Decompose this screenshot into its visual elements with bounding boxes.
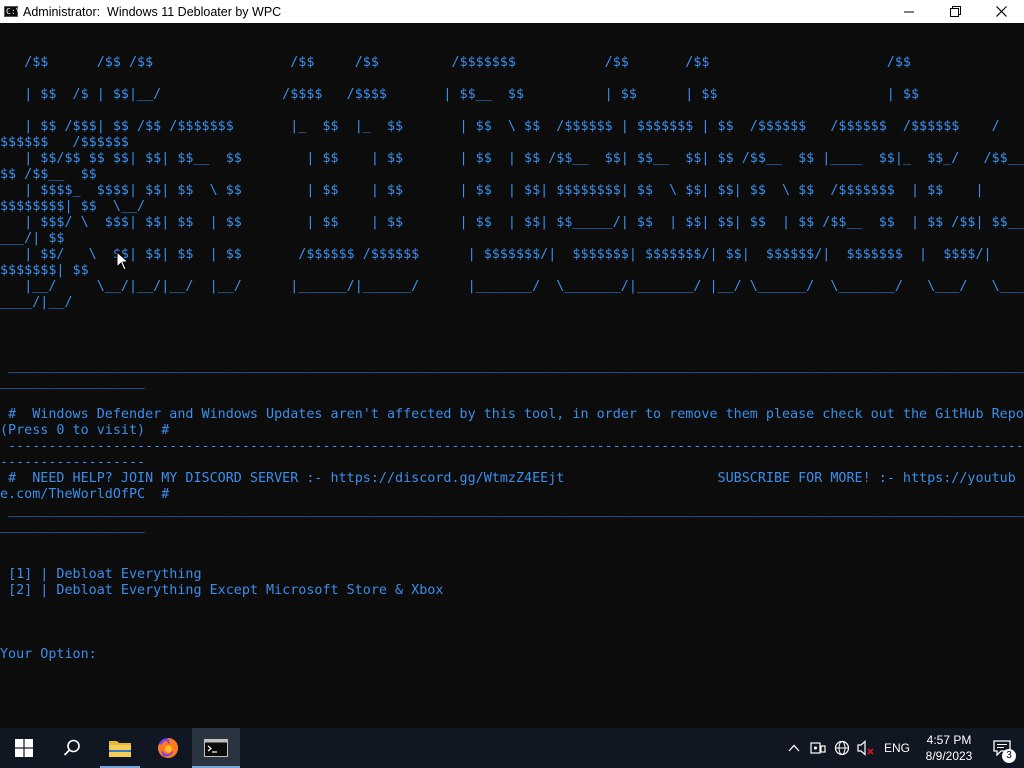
network-button[interactable]	[830, 728, 854, 768]
file-explorer-button[interactable]	[96, 728, 144, 768]
windows-logo-icon	[15, 739, 33, 757]
close-button[interactable]	[978, 0, 1024, 23]
notification-center-button[interactable]: 3	[980, 728, 1024, 768]
terminal-icon	[204, 739, 228, 757]
console-output: /$$ /$$ /$$ /$$ /$$ /$$$$$$$ /$$ /$$ /$$…	[0, 55, 1024, 662]
firefox-icon	[158, 737, 179, 758]
clock-date: 8/9/2023	[925, 749, 973, 763]
command-prompt-button[interactable]	[192, 728, 240, 768]
start-button[interactable]	[0, 728, 48, 768]
show-hidden-icons-button[interactable]	[782, 728, 806, 768]
device-icon	[810, 742, 826, 754]
window-title-bar[interactable]: C:\ Administrator: Windows 11 Debloater …	[0, 0, 1024, 23]
mouse-pointer-icon	[116, 251, 130, 271]
window-title: Administrator: Windows 11 Debloater by W…	[23, 4, 282, 19]
restore-icon	[949, 6, 961, 17]
maximize-button[interactable]	[932, 0, 978, 23]
speaker-muted-icon	[857, 740, 874, 756]
input-language[interactable]: ENG	[878, 741, 918, 755]
close-icon	[995, 6, 1007, 17]
volume-button[interactable]	[854, 728, 878, 768]
folder-icon	[109, 741, 131, 757]
search-button[interactable]	[48, 728, 96, 768]
meet-now-button[interactable]	[806, 728, 830, 768]
clock-time: 4:57 PM	[926, 733, 972, 747]
notification-count-badge: 3	[1002, 749, 1016, 763]
search-icon	[63, 739, 80, 756]
window-controls	[886, 0, 1024, 23]
minimize-button[interactable]	[886, 0, 932, 23]
globe-icon	[834, 740, 850, 756]
chevron-up-icon	[788, 744, 800, 752]
cmd-app-icon-label: C:\	[6, 7, 21, 16]
system-tray: ENG 4:57 PM 8/9/2023 3	[782, 728, 1024, 768]
console-area[interactable]: /$$ /$$ /$$ /$$ /$$ /$$$$$$$ /$$ /$$ /$$…	[0, 23, 1024, 728]
taskbar: ENG 4:57 PM 8/9/2023 3	[0, 728, 1024, 768]
cmd-app-icon[interactable]: C:\	[4, 6, 21, 17]
clock[interactable]: 4:57 PM 8/9/2023	[918, 732, 980, 764]
minimize-icon	[904, 11, 914, 12]
firefox-button[interactable]	[144, 728, 192, 768]
